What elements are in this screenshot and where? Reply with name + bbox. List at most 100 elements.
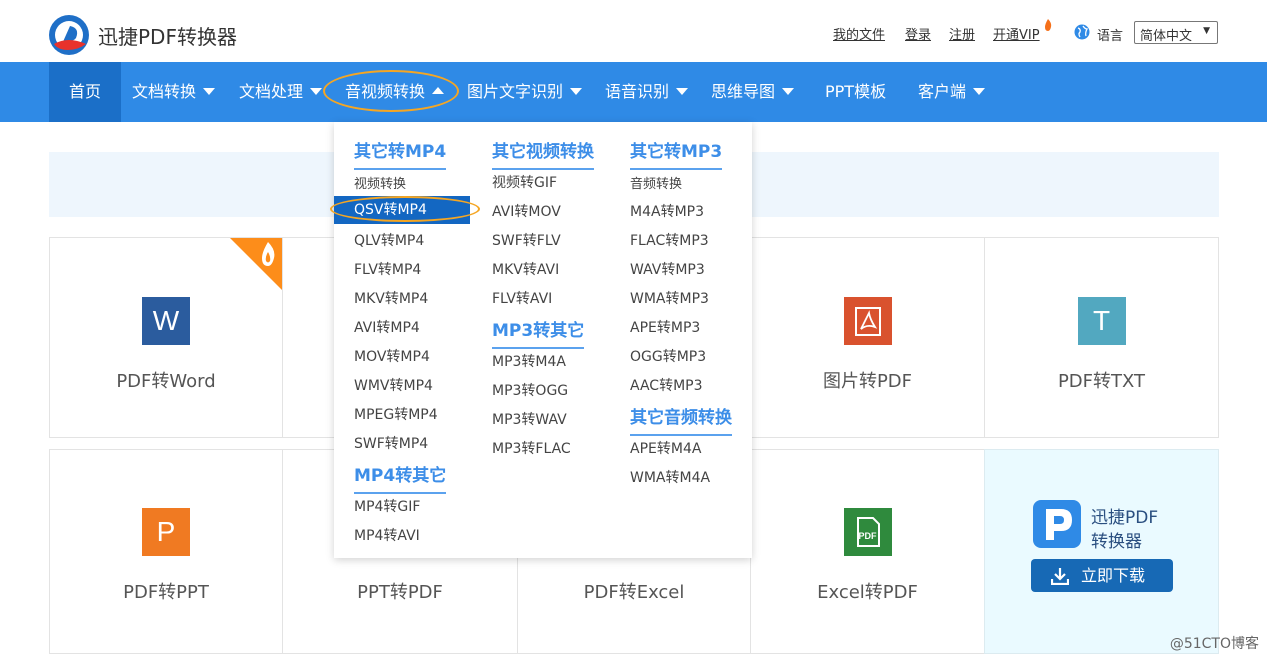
menu-item[interactable]: APE转M4A bbox=[630, 438, 701, 458]
top-header: 迅捷PDF转换器 我的文件 登录 注册 开通VIP 语言 简体中文 ▼ bbox=[0, 0, 1267, 62]
col-title[interactable]: 其它视频转换 bbox=[492, 137, 594, 170]
nav-doc-process[interactable]: 文档处理 bbox=[239, 62, 323, 122]
nav-mindmap[interactable]: 思维导图 bbox=[711, 62, 795, 122]
menu-item[interactable]: MP3转WAV bbox=[492, 409, 567, 429]
menu-item[interactable]: 视频转GIF bbox=[492, 172, 557, 192]
download-button[interactable]: 立即下载 bbox=[1031, 559, 1173, 592]
caret-down-icon bbox=[310, 88, 323, 95]
register-link[interactable]: 注册 bbox=[949, 24, 975, 43]
brand-name[interactable]: 迅捷PDF转换器 bbox=[98, 21, 237, 50]
nav-label: 思维导图 bbox=[711, 82, 776, 101]
nav-voice[interactable]: 语音识别 bbox=[605, 62, 689, 122]
menu-item[interactable]: SWF转MP4 bbox=[354, 433, 428, 453]
caret-down-icon bbox=[570, 88, 583, 95]
download-button-label: 立即下载 bbox=[1081, 566, 1146, 585]
menu-item[interactable]: AVI转MP4 bbox=[354, 317, 420, 337]
nav-label: 文档转换 bbox=[132, 82, 197, 101]
menu-item[interactable]: APE转MP3 bbox=[630, 317, 700, 337]
card-excel-to-pdf[interactable]: PDF Excel转PDF bbox=[750, 449, 985, 654]
menu-item[interactable]: SWF转FLV bbox=[492, 230, 561, 250]
language-value: 简体中文 bbox=[1140, 29, 1193, 44]
login-link[interactable]: 登录 bbox=[905, 24, 931, 43]
app-logo-icon[interactable] bbox=[48, 14, 90, 56]
word-icon: W bbox=[142, 297, 190, 345]
caret-down-icon bbox=[676, 88, 689, 95]
language-label: 语言 bbox=[1097, 29, 1124, 44]
ppt-icon: P bbox=[142, 508, 190, 556]
card-image-to-pdf[interactable]: 图片转PDF bbox=[750, 237, 985, 438]
nav-home[interactable]: 首页 bbox=[49, 62, 121, 122]
app-logo-icon bbox=[1033, 500, 1081, 548]
download-title-line1: 迅捷PDF bbox=[1091, 508, 1159, 528]
caret-down-icon bbox=[203, 88, 216, 95]
av-convert-dropdown: 其它转MP4 视频转换 QSV转MP4 QLV转MP4 FLV转MP4 MKV转… bbox=[334, 122, 752, 558]
nav-ocr[interactable]: 图片文字识别 bbox=[467, 62, 583, 122]
menu-item[interactable]: MP4转GIF bbox=[354, 496, 420, 516]
card-pdf-to-ppt[interactable]: P PDF转PPT bbox=[49, 449, 283, 654]
menu-item[interactable]: FLV转MP4 bbox=[354, 259, 421, 279]
col-title[interactable]: 其它转MP4 bbox=[354, 137, 447, 170]
main-nav: 首页 文档转换 文档处理 音视频转换 图片文字识别 语音识别 思维导图 PPT模… bbox=[0, 62, 1267, 122]
col-title[interactable]: 其它转MP3 bbox=[630, 137, 723, 170]
download-icon bbox=[1051, 568, 1069, 585]
card-pdf-to-txt[interactable]: T PDF转TXT bbox=[984, 237, 1219, 438]
col-title[interactable]: MP4转其它 bbox=[354, 461, 447, 494]
highlight-ellipse bbox=[330, 196, 480, 222]
caret-down-icon bbox=[973, 88, 986, 95]
col-title[interactable]: MP3转其它 bbox=[492, 316, 585, 349]
menu-item[interactable]: FLV转AVI bbox=[492, 288, 552, 308]
menu-item[interactable]: 音频转换 bbox=[630, 173, 682, 192]
open-vip-link[interactable]: 开通VIP bbox=[993, 24, 1040, 43]
menu-item[interactable]: WMA转MP3 bbox=[630, 288, 709, 308]
nav-client[interactable]: 客户端 bbox=[918, 62, 986, 122]
card-label: PDF转Excel bbox=[583, 582, 685, 603]
pdf-acrobat-icon bbox=[843, 297, 892, 345]
highlight-ellipse bbox=[323, 70, 459, 112]
nav-label: 文档处理 bbox=[239, 82, 304, 101]
download-title-line2: 转换器 bbox=[1091, 532, 1142, 552]
download-card: 迅捷PDF 转换器 立即下载 bbox=[984, 449, 1219, 654]
menu-item[interactable]: WMA转M4A bbox=[630, 467, 710, 487]
card-label: Excel转PDF bbox=[817, 582, 918, 603]
card-pdf-to-word[interactable]: W PDF转Word bbox=[49, 237, 283, 438]
menu-item[interactable]: QLV转MP4 bbox=[354, 230, 424, 250]
menu-item[interactable]: MOV转MP4 bbox=[354, 346, 430, 366]
menu-item[interactable]: MP3转M4A bbox=[492, 351, 566, 371]
menu-item[interactable]: MP3转FLAC bbox=[492, 438, 571, 458]
watermark: @51CTO博客 bbox=[1169, 636, 1259, 652]
menu-item[interactable]: AAC转MP3 bbox=[630, 375, 703, 395]
pdf-text: PDF bbox=[858, 531, 877, 541]
menu-item[interactable]: AVI转MOV bbox=[492, 201, 561, 221]
nav-label: 客户端 bbox=[918, 82, 967, 101]
nav-ppt-template[interactable]: PPT模板 bbox=[825, 62, 886, 122]
menu-item[interactable]: MP3转OGG bbox=[492, 380, 568, 400]
card-label: PDF转Word bbox=[116, 371, 216, 392]
card-label: PDF转TXT bbox=[1057, 371, 1146, 392]
col-title[interactable]: 其它音频转换 bbox=[630, 403, 732, 436]
flame-icon bbox=[1045, 19, 1052, 31]
menu-item[interactable]: FLAC转MP3 bbox=[630, 230, 709, 250]
flame-icon bbox=[262, 242, 275, 266]
card-label: 图片转PDF bbox=[822, 371, 913, 392]
caret-down-icon bbox=[782, 88, 795, 95]
card-label: PPT转PDF bbox=[357, 582, 443, 603]
menu-item[interactable]: MPEG转MP4 bbox=[354, 404, 438, 424]
menu-item[interactable]: 视频转换 bbox=[354, 173, 406, 192]
menu-item[interactable]: M4A转MP3 bbox=[630, 201, 704, 221]
menu-item[interactable]: WAV转MP3 bbox=[630, 259, 705, 279]
nav-doc-convert[interactable]: 文档转换 bbox=[132, 62, 216, 122]
menu-item[interactable]: MKV转AVI bbox=[492, 259, 559, 279]
card-label: PDF转PPT bbox=[123, 582, 209, 603]
acrobat-glyph bbox=[854, 307, 881, 336]
nav-label: 图片文字识别 bbox=[467, 82, 564, 101]
menu-item[interactable]: MKV转MP4 bbox=[354, 288, 428, 308]
menu-item[interactable]: WMV转MP4 bbox=[354, 375, 433, 395]
txt-icon: T bbox=[1077, 297, 1126, 345]
excel-pdf-icon: PDF bbox=[843, 508, 892, 556]
globe-icon bbox=[1074, 24, 1090, 40]
menu-item[interactable]: OGG转MP3 bbox=[630, 346, 706, 366]
menu-item[interactable]: MP4转AVI bbox=[354, 525, 420, 545]
nav-label: 语音识别 bbox=[605, 82, 670, 101]
language-select[interactable]: 简体中文 ▼ bbox=[1134, 21, 1218, 44]
my-files-link[interactable]: 我的文件 bbox=[833, 24, 885, 43]
